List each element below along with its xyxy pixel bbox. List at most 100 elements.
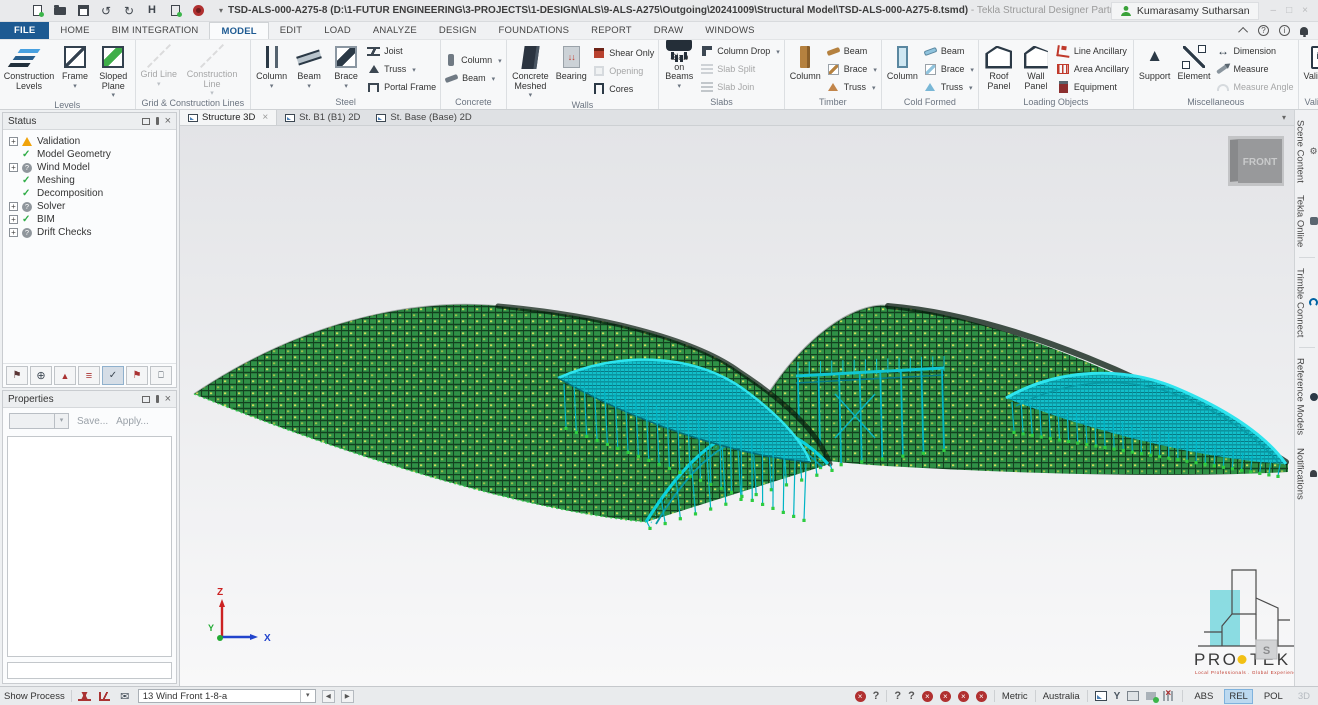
column-drop-button[interactable]: Column Drop bbox=[700, 43, 780, 60]
process-flag-button[interactable] bbox=[98, 689, 112, 704]
structure-3d-scene[interactable]: FRONT Z X Y bbox=[180, 126, 1294, 686]
qat-customize-caret[interactable] bbox=[214, 4, 228, 18]
properties-save-button[interactable]: Save... bbox=[77, 416, 108, 427]
tree-item-drift-checks[interactable]: Drift Checks bbox=[9, 226, 174, 239]
sidebar-tab-trimble-connect[interactable]: Trimble Connect bbox=[1295, 264, 1318, 341]
units-label[interactable]: Metric bbox=[1002, 691, 1028, 702]
toggle-pol[interactable]: POL bbox=[1260, 690, 1287, 703]
model-viewport[interactable]: FRONT Z X Y bbox=[180, 126, 1294, 686]
pin-panel-icon[interactable] bbox=[156, 395, 159, 403]
tab-analyze[interactable]: ANALYZE bbox=[362, 22, 428, 39]
bearing-wall-button[interactable]: Bearing bbox=[553, 42, 589, 99]
node-display-icon[interactable] bbox=[1114, 691, 1121, 702]
close-panel-icon[interactable] bbox=[165, 394, 171, 405]
tab-draw[interactable]: DRAW bbox=[643, 22, 694, 39]
pin-panel-icon[interactable] bbox=[156, 117, 159, 125]
float-panel-icon[interactable] bbox=[142, 396, 150, 403]
status-unknown-icon[interactable]: ? bbox=[873, 690, 880, 702]
steel-beam-button[interactable]: Beam bbox=[291, 42, 327, 96]
tab-windows[interactable]: WINDOWS bbox=[694, 22, 765, 39]
wall-panel-button[interactable]: Wall Panel bbox=[1018, 42, 1054, 96]
toggle-rel[interactable]: REL bbox=[1224, 689, 1252, 704]
frame-button[interactable]: Frame bbox=[57, 42, 93, 99]
tab-home[interactable]: HOME bbox=[49, 22, 100, 39]
grid-line-button[interactable]: Grid Line bbox=[138, 42, 181, 97]
slab-split-button[interactable]: Slab Split bbox=[700, 61, 780, 78]
toggle-abs[interactable]: ABS bbox=[1190, 690, 1217, 703]
timber-beam-button[interactable]: Beam bbox=[827, 43, 877, 60]
expand-icon[interactable] bbox=[9, 163, 18, 172]
tab-edit[interactable]: EDIT bbox=[269, 22, 313, 39]
steel-brace-button[interactable]: Brace bbox=[328, 42, 364, 96]
status-filter-list-button[interactable] bbox=[78, 366, 100, 385]
status-error-icon[interactable] bbox=[855, 691, 866, 702]
status-error-icon[interactable] bbox=[940, 691, 951, 702]
element-button[interactable]: Element bbox=[1174, 42, 1213, 96]
view-tab-st-b1-2d[interactable]: St. B1 (B1) 2D bbox=[277, 110, 368, 125]
timber-column-button[interactable]: Column bbox=[787, 42, 824, 96]
close-button[interactable]: × bbox=[1302, 5, 1308, 16]
cold-formed-beam-button[interactable]: Beam bbox=[924, 43, 974, 60]
tree-item-wind-model[interactable]: Wind Model bbox=[9, 161, 174, 174]
status-error-icon[interactable] bbox=[976, 691, 987, 702]
view-cube[interactable]: FRONT bbox=[1228, 136, 1284, 186]
tree-item-meshing[interactable]: Meshing bbox=[9, 174, 174, 187]
selection-status-icon[interactable] bbox=[1146, 692, 1156, 700]
expand-icon[interactable] bbox=[9, 215, 18, 224]
record-button[interactable] bbox=[191, 4, 205, 18]
steel-truss-button[interactable]: Truss bbox=[367, 61, 436, 78]
concrete-meshed-wall-button[interactable]: Concrete Meshed bbox=[509, 42, 553, 99]
status-filter-globe-button[interactable] bbox=[30, 366, 52, 385]
validate-button[interactable]: Validate bbox=[1301, 42, 1318, 96]
loadcase-combo[interactable]: 13 Wind Front 1-8-a bbox=[138, 689, 316, 703]
status-unknown-icon[interactable]: ? bbox=[908, 690, 915, 702]
info-icon[interactable]: i bbox=[1279, 25, 1290, 36]
tab-foundations[interactable]: FOUNDATIONS bbox=[488, 22, 581, 39]
status-unknown-icon[interactable]: ? bbox=[894, 690, 901, 702]
new-document-button[interactable] bbox=[30, 4, 44, 18]
status-filter-validate-button[interactable] bbox=[102, 366, 124, 385]
view-settings-icon[interactable] bbox=[1095, 691, 1107, 701]
concrete-beam-button[interactable]: Beam bbox=[445, 70, 502, 87]
message-envelope-button[interactable] bbox=[118, 689, 132, 704]
close-tab-icon[interactable] bbox=[259, 112, 268, 123]
tab-report[interactable]: REPORT bbox=[580, 22, 643, 39]
tab-bim-integration[interactable]: BIM INTEGRATION bbox=[101, 22, 210, 39]
tree-item-bim[interactable]: BIM bbox=[9, 213, 174, 226]
area-ancillary-button[interactable]: Area Ancillary bbox=[1057, 61, 1129, 78]
slab-join-button[interactable]: Slab Join bbox=[700, 79, 780, 96]
tab-design[interactable]: DESIGN bbox=[428, 22, 488, 39]
show-process-button[interactable]: Show Process bbox=[4, 691, 65, 702]
notification-bell-icon[interactable] bbox=[1300, 27, 1308, 35]
portal-frame-button[interactable]: Portal Frame bbox=[367, 79, 436, 96]
timber-truss-button[interactable]: Truss bbox=[827, 79, 877, 96]
dimension-button[interactable]: Dimension bbox=[1216, 43, 1293, 60]
view-tab-menu-caret[interactable] bbox=[1282, 110, 1294, 125]
tree-item-decomposition[interactable]: Decomposition bbox=[9, 187, 174, 200]
sidebar-tab-notifications[interactable]: Notifications bbox=[1295, 444, 1318, 504]
status-filter-structure-button[interactable] bbox=[54, 366, 76, 385]
properties-preset-dropdown[interactable] bbox=[9, 413, 69, 429]
steel-column-button[interactable]: Column bbox=[253, 42, 290, 96]
minimize-button[interactable]: – bbox=[1271, 5, 1277, 16]
collapse-ribbon-icon[interactable] bbox=[1238, 27, 1248, 37]
next-loadcase-button[interactable] bbox=[341, 690, 354, 703]
sidebar-tab-tekla-online[interactable]: Tekla Online bbox=[1295, 191, 1318, 251]
status-error-icon[interactable] bbox=[922, 691, 933, 702]
cold-formed-truss-button[interactable]: Truss bbox=[924, 79, 974, 96]
joist-button[interactable]: Joist bbox=[367, 43, 436, 60]
help-icon[interactable]: ? bbox=[1258, 25, 1269, 36]
snap-badge[interactable]: S bbox=[1256, 640, 1277, 659]
measure-button[interactable]: Measure bbox=[1216, 61, 1293, 78]
table-error-icon[interactable] bbox=[1163, 691, 1175, 701]
status-filter-flag-grid-button[interactable] bbox=[6, 366, 28, 385]
tree-item-solver[interactable]: Solver bbox=[9, 200, 174, 213]
shear-only-wall-button[interactable]: Shear Only bbox=[592, 44, 654, 61]
tree-item-model-geometry[interactable]: Model Geometry bbox=[9, 148, 174, 161]
tree-item-validation[interactable]: Validation bbox=[9, 135, 174, 148]
region-label[interactable]: Australia bbox=[1043, 691, 1080, 702]
tab-load[interactable]: LOAD bbox=[313, 22, 362, 39]
status-filter-report-button[interactable] bbox=[150, 366, 172, 385]
equipment-button[interactable]: Equipment bbox=[1057, 79, 1129, 96]
show-process-icon-button[interactable] bbox=[145, 4, 159, 18]
